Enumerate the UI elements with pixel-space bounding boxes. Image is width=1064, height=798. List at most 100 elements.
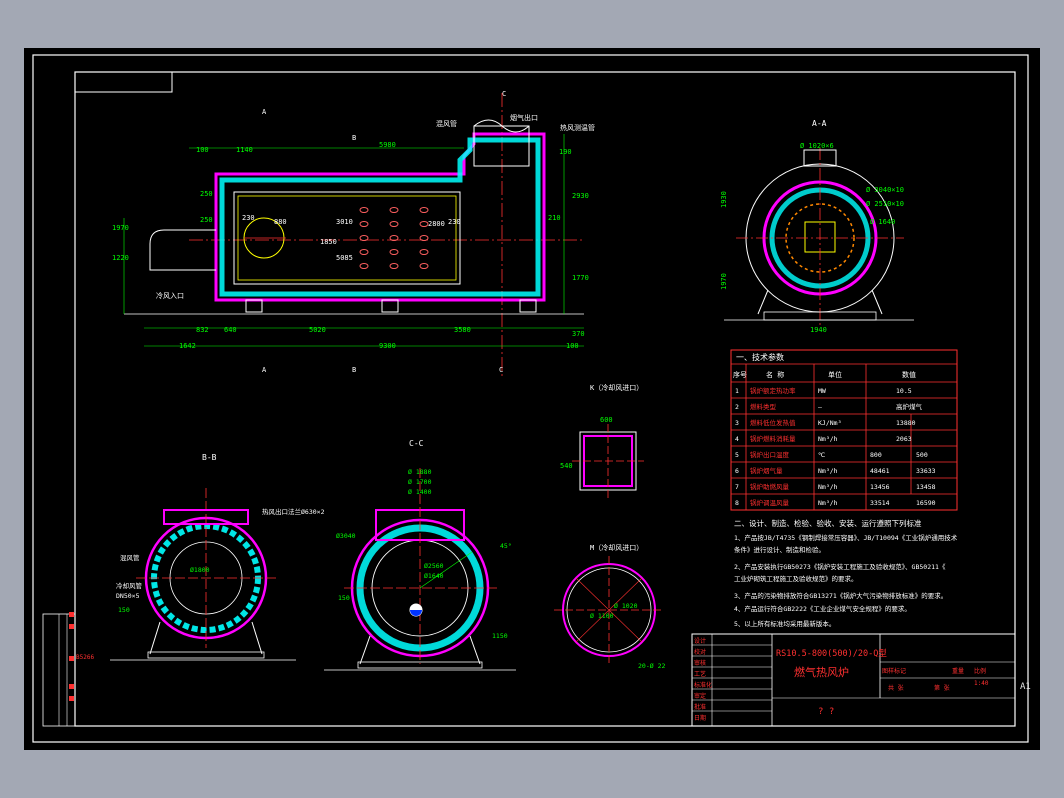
- tech-cell-7-3: 33514: [870, 499, 890, 507]
- bb-label-0: 热风出口法兰Ø630×2: [262, 507, 325, 516]
- tb-row-7: 日期: [694, 714, 706, 722]
- dim-inner-6: 230: [448, 218, 461, 226]
- tb-row-5: 审定: [694, 692, 706, 700]
- tech-cell-6-4: 13458: [916, 483, 936, 491]
- section-k-view: K（冷却风进口） 600 540: [560, 383, 644, 498]
- callout-cold-air: 冷风入口: [156, 291, 184, 300]
- tech-cell-1-1: 燃料类型: [750, 402, 777, 411]
- section-m-view: M（冷却风进口） Ø 1100 Ø 1020 20-Ø 22: [554, 543, 665, 670]
- dim-left-0: 1970: [112, 224, 129, 232]
- tech-cell-2-2: KJ/Nm³: [818, 419, 841, 427]
- tech-cell-6-3: 13456: [870, 483, 890, 491]
- tb-weight-label: 重量: [952, 667, 964, 675]
- dim-left-1: 1220: [112, 254, 129, 262]
- m-dim-0: Ø 1100: [590, 612, 614, 620]
- tech-cell-4-2: ℃: [818, 451, 826, 459]
- tech-cell-4-0: 5: [735, 451, 739, 459]
- tb-drawing-name: 燃气热风炉: [794, 665, 849, 679]
- tech-cell-6-0: 7: [735, 483, 739, 491]
- tech-table-title: 一、技术参数: [736, 352, 784, 362]
- dim-bottom-4: 1642: [179, 342, 196, 350]
- cad-drawing-canvas[interactable]: 100 1140 5980 190 1970 1220 250 250 2930…: [24, 48, 1040, 750]
- tech-cell-6-1: 锅炉助燃风量: [750, 482, 790, 491]
- k-dim-1: 540: [560, 462, 573, 470]
- tb-sheet-label: 共 张: [888, 684, 904, 692]
- dim-inner-3: 1850: [320, 238, 337, 246]
- app-window: 100 1140 5980 190 1970 1220 250 250 2930…: [0, 0, 1064, 798]
- support-feet: [245, 299, 537, 313]
- tb-company: ? ?: [818, 707, 834, 717]
- bb-base: [147, 651, 265, 659]
- cc-base: [357, 661, 483, 669]
- tech-header-3: 数值: [902, 370, 916, 379]
- notes-line-0: 1、产品按JB/T4735《钢制焊接常压容器》、JB/T10094《工业锅炉通用…: [734, 533, 958, 542]
- tech-cell-4-4: 500: [916, 451, 928, 459]
- section-letter-5: C: [499, 366, 503, 374]
- corner-id-box: [74, 71, 173, 93]
- drawing-svg: 100 1140 5980 190 1970 1220 250 250 2930…: [32, 54, 1029, 743]
- cold-air-inlet: [149, 229, 216, 271]
- notes-block: 二、设计、制造、检验、验收、安装、运行遵照下列标准 1、产品按JB/T4735《…: [734, 518, 958, 628]
- tb-row-2: 审核: [694, 659, 706, 667]
- notes-line-5: 4、产品运行符合GB2222《工业企业煤气安全规程》的要求。: [734, 604, 911, 613]
- section-letter-1: B: [352, 134, 356, 142]
- aa-dim-5: 1970: [720, 273, 728, 290]
- tech-cell-7-2: Nm³/h: [818, 499, 838, 507]
- aa-dim-3: Ø 1640: [870, 218, 895, 226]
- m-dim-1: Ø 1020: [614, 602, 638, 610]
- title-block-rows: 设计 校对 审核 工艺 标准化 审定 批准 日期: [694, 637, 712, 722]
- tech-table: 一、技术参数 序号 名 称 单位 数值 1 锅炉额定热功率 MW 10.5 2 燃料类型 —…: [730, 349, 958, 511]
- dim-top-1: 1140: [236, 146, 253, 154]
- aa-dim-0: Ø 1020×6: [800, 142, 834, 150]
- flue-stack: [473, 125, 530, 167]
- sheet-outer-border: [32, 54, 1029, 743]
- tech-table-rows: 1 锅炉额定热功率 MW 10.5 2 燃料类型 — 高炉煤气 3 燃料低位发热值 KJ/Nm³ 13…: [735, 386, 936, 507]
- tech-cell-5-0: 6: [735, 467, 739, 475]
- left-strip-label: B5266: [76, 654, 94, 661]
- dim-inner-5: 2800: [428, 220, 445, 228]
- aa-dim-6: 1940: [810, 326, 827, 334]
- dim-bottom-6: 100: [566, 342, 579, 350]
- tech-cell-7-4: 16590: [916, 499, 936, 507]
- dim-top-3: 190: [559, 148, 572, 156]
- tech-cell-7-0: 8: [735, 499, 739, 507]
- callout-burner-pipe: 热风测温管: [560, 123, 595, 132]
- notes-line-3: 工业炉砌筑工程施工及验收规范》的要求。: [734, 574, 858, 583]
- section-cc-title: C-C: [409, 439, 424, 448]
- cc-dim-3: Ø3040: [336, 532, 356, 540]
- bb-label-1: 混风管: [120, 553, 140, 562]
- cc-dim-4: Ø2560: [424, 562, 444, 570]
- tb-row-1: 校对: [694, 648, 706, 656]
- tb-row-0: 设计: [694, 637, 706, 645]
- tech-cell-3-3: 2063: [896, 435, 912, 443]
- section-letter-3: A: [262, 366, 267, 374]
- section-m-title: M（冷却风进口）: [590, 543, 643, 552]
- dim-inner-0: 230: [242, 214, 255, 222]
- cc-dim-2: Ø 1400: [408, 488, 432, 496]
- callout-bleed: 混风管: [436, 119, 457, 128]
- tech-cell-0-0: 1: [735, 387, 739, 395]
- dim-bottom-3: 3580: [454, 326, 471, 334]
- section-letter-0: A: [262, 108, 267, 116]
- notes-line-2: 2、产品安装执行GB50273《锅炉安装工程施工及验收规范》、GB50211《: [734, 562, 946, 571]
- tb-scale-label: 图样标记: [882, 667, 906, 675]
- tech-cell-6-2: Nm³/h: [818, 483, 838, 491]
- bb-label-3: Ø1800: [190, 566, 210, 574]
- main-elevation-view: 100 1140 5980 190 1970 1220 250 250 2930…: [112, 90, 595, 378]
- left-revision-strip: B5266: [42, 612, 94, 727]
- tech-cell-0-3: 10.5: [896, 387, 912, 395]
- section-bb-view: B-B 热风出口法兰Ø630×2 混风管 冷却风管 Ø1800 DN50×5 1…: [110, 453, 325, 661]
- tech-header-2: 单位: [828, 370, 842, 379]
- tb-drawing-no: RS10.5-800(500)/20-Q型: [776, 649, 887, 659]
- tech-cell-1-0: 2: [735, 403, 739, 411]
- bb-label-2: 冷却风管: [116, 581, 143, 590]
- dim-left-2: 250: [200, 190, 213, 198]
- notes-line-4: 3、产品的污染物排放符合GB13271《锅炉大气污染物排放标准》的要求。: [734, 591, 947, 600]
- tech-cell-5-3: 48461: [870, 467, 890, 475]
- dim-bottom-0: 832: [196, 326, 209, 334]
- dim-inner-1: 880: [274, 218, 287, 226]
- section-cc-view: C-C Ø 1880 Ø 1700 Ø 1400 Ø3040 Ø2560 Ø16…: [324, 439, 516, 671]
- tech-cell-1-2: —: [818, 403, 822, 411]
- cc-dim-7: 1150: [492, 632, 508, 640]
- tech-cell-5-1: 锅炉烟气量: [750, 466, 783, 475]
